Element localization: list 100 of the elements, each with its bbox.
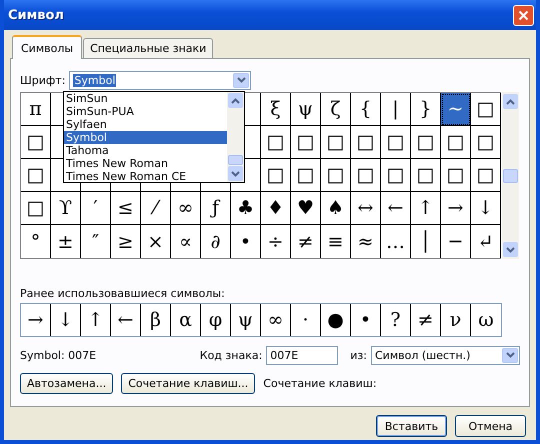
chevron-down-icon [506,246,515,252]
recent-symbols-label: Ранее использовавшиеся символы: [20,287,226,300]
symbol-cell[interactable]: □ [351,159,381,192]
symbol-cell[interactable]: □ [321,126,351,159]
symbol-cell[interactable]: ≈ [351,225,381,258]
chevron-down-icon [506,352,514,358]
close-icon [518,10,529,20]
symbol-cell[interactable]: □ [441,159,471,192]
font-option[interactable]: Sylfaen [64,118,227,131]
scroll-up-button[interactable] [503,94,518,109]
symbol-cell[interactable]: ≠ [291,225,321,258]
symbol-cell[interactable]: □ [411,126,441,159]
symbol-cell[interactable]: ─ [441,225,471,258]
symbol-cell[interactable]: □ [441,126,471,159]
symbol-cell[interactable]: ♦ [261,192,291,225]
dropdown-arrow-button[interactable] [233,72,250,88]
chevron-down-icon [236,77,246,83]
symbol-cell[interactable]: ← [381,192,411,225]
symbol-cell[interactable]: □ [291,126,321,159]
insert-button[interactable]: Вставить [376,415,447,437]
symbol-cell[interactable]: ∂ [201,225,231,258]
chevron-up-icon [506,98,515,104]
symbol-cell[interactable]: ψ [291,93,321,126]
tab[interactable]: Символы [12,35,82,59]
symbol-cell[interactable]: ≤ [111,192,141,225]
symbol-cell[interactable]: ♣ [231,192,261,225]
symbol-cell[interactable]: □ [261,159,291,192]
symbol-cell[interactable]: { [351,93,381,126]
scroll-down-button[interactable] [228,166,243,181]
symbol-cell[interactable]: → [441,192,471,225]
tab[interactable]: Специальные знаки [83,38,214,58]
symbol-cell[interactable]: ↓ [471,192,501,225]
code-field[interactable]: 007E [266,346,338,364]
scroll-up-button[interactable] [228,93,243,108]
font-option[interactable]: SimSun [64,92,227,105]
scroll-down-button[interactable] [503,242,518,257]
symbol-cell[interactable]: ~ [441,93,471,126]
list-scrollbar[interactable] [227,92,244,182]
font-option[interactable]: Times New Roman CE [64,170,227,183]
symbol-cell[interactable]: ↑ [411,192,441,225]
symbol-cell[interactable]: … [381,225,411,258]
font-dropdown[interactable]: Symbol [69,70,252,90]
symbol-cell[interactable]: ζ [321,93,351,126]
symbol-cell[interactable]: □ [381,159,411,192]
chevron-up-icon [231,98,240,104]
symbol-cell[interactable]: ƒ [201,192,231,225]
symbol-cell[interactable]: ± [51,225,81,258]
symbol-cell[interactable]: ∞ [171,192,201,225]
encoding-dropdown[interactable]: Символ (шестн.) [371,346,520,364]
symbol-cell[interactable]: ≥ [111,225,141,258]
symbol-cell[interactable]: ♠ [321,192,351,225]
font-option[interactable]: Tahoma [64,144,227,157]
symbol-cell[interactable]: │ [411,225,441,258]
symbol-cell[interactable]: ÷ [261,225,291,258]
symbol-cell[interactable]: □ [471,126,501,159]
close-button[interactable] [513,4,534,26]
symbol-cell[interactable]: □ [21,159,51,192]
symbol-cell[interactable]: ∝ [171,225,201,258]
symbol-cell[interactable]: ↵ [471,225,501,258]
symbol-cell[interactable]: ϒ [51,192,81,225]
scrollbar[interactable] [502,92,519,259]
character-name: Symbol: 007E [20,348,96,362]
symbol-cell[interactable]: • [231,225,261,258]
symbol-cell[interactable]: □ [21,192,51,225]
symbol-cell[interactable]: ↔ [351,192,381,225]
symbol-cell[interactable]: □ [381,126,411,159]
window-title: Символ [8,8,64,22]
font-option[interactable]: SimSun-PUA [64,105,227,118]
symbol-cell[interactable]: ° [21,225,51,258]
dropdown-arrow-button[interactable] [502,348,518,362]
symbol-cell[interactable]: ″ [81,225,111,258]
symbol-cell[interactable]: □ [291,159,321,192]
chevron-down-icon [231,170,240,176]
code-label: Код знака: [200,348,262,362]
font-option[interactable]: Symbol [64,131,227,144]
symbol-cell[interactable]: □ [471,159,501,192]
scroll-thumb[interactable] [503,168,518,182]
symbol-cell[interactable]: □ [21,126,51,159]
autocorrect-button[interactable]: Автозамена... [20,373,114,394]
symbol-cell[interactable]: ′ [81,192,111,225]
symbol-cell[interactable]: ♥ [291,192,321,225]
symbol-cell[interactable]: ⁄ [141,192,171,225]
symbol-cell[interactable]: □ [471,93,501,126]
symbol-cell[interactable]: × [141,225,171,258]
symbol-cell[interactable]: π [21,93,51,126]
symbol-cell[interactable]: | [381,93,411,126]
recent-symbol[interactable]: ω [471,304,501,336]
symbol-cell[interactable]: ξ [261,93,291,126]
shortcut-key-button[interactable]: Сочетание клавиш... [121,373,256,394]
symbol-cell[interactable]: □ [411,159,441,192]
font-option[interactable]: Times New Roman [64,157,227,170]
font-label: Шрифт: [20,74,66,86]
shortcut-key-label: Сочетание клавиш: [263,377,377,390]
scroll-thumb[interactable] [228,155,243,165]
cancel-button[interactable]: Отмена [455,415,526,437]
from-label: из: [350,348,367,362]
symbol-cell[interactable]: □ [321,159,351,192]
symbol-cell[interactable]: ≡ [321,225,351,258]
symbol-cell[interactable]: □ [261,126,291,159]
symbol-cell[interactable]: □ [351,126,381,159]
